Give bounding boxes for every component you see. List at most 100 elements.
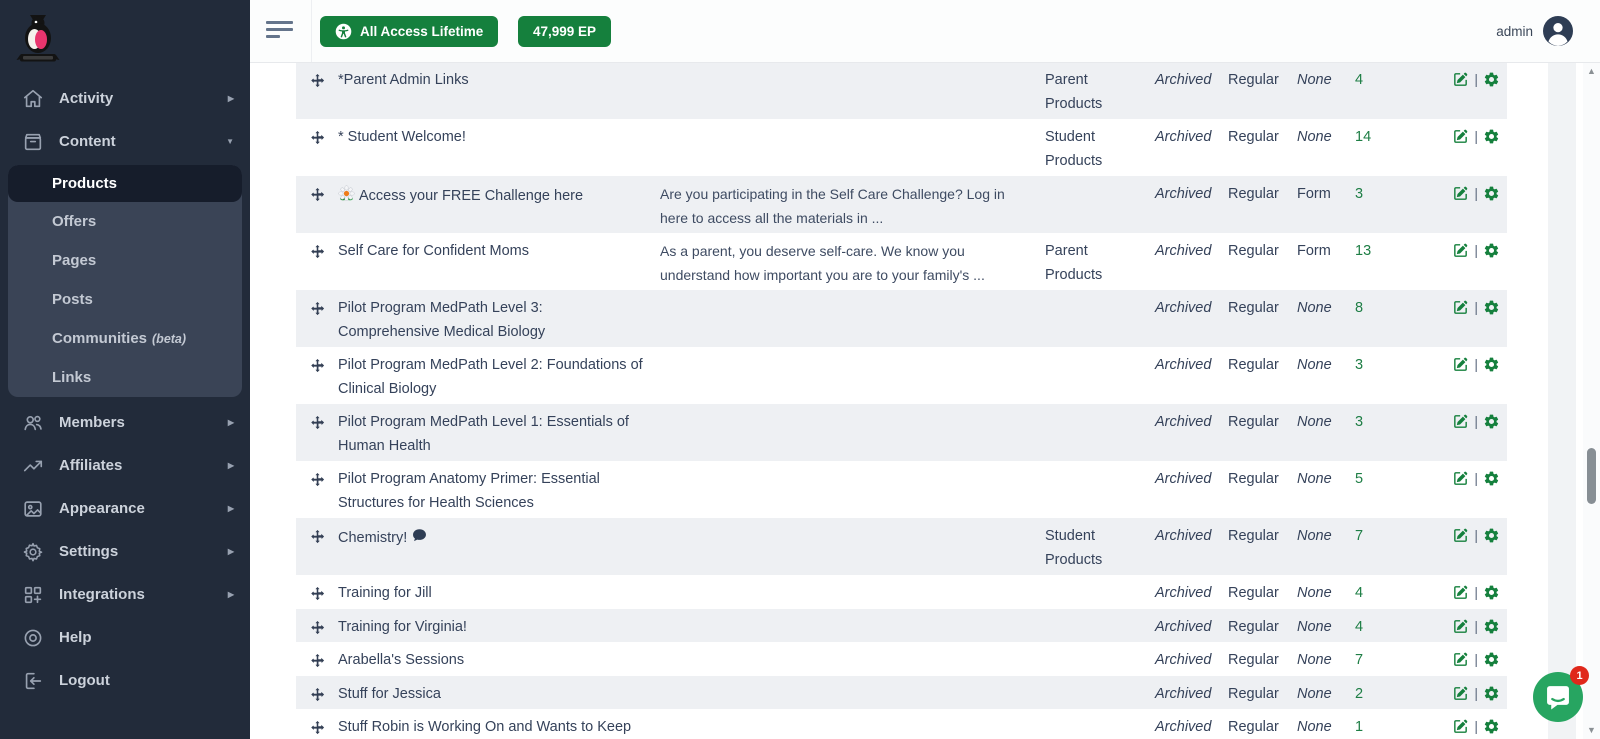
scroll-up-icon[interactable]: ▲: [1583, 66, 1600, 76]
drag-handle[interactable]: [296, 679, 338, 702]
brand-logo[interactable]: [14, 10, 62, 66]
drag-handle[interactable]: [296, 65, 338, 88]
drag-handle[interactable]: [296, 236, 338, 259]
product-name-link[interactable]: Pilot Program Anatomy Primer: Essential …: [338, 464, 660, 515]
sidebar-item-posts[interactable]: Posts: [8, 280, 242, 319]
edit-icon[interactable]: [1452, 71, 1469, 88]
gear-icon[interactable]: [1483, 71, 1500, 88]
sidebar-item-offers[interactable]: Offers: [8, 202, 242, 241]
drag-handle[interactable]: [296, 350, 338, 373]
gear-icon[interactable]: [1483, 185, 1500, 202]
edit-icon[interactable]: [1452, 651, 1469, 668]
sidebar-item-settings[interactable]: Settings ▶: [0, 530, 250, 573]
product-name-link[interactable]: Stuff Robin is Working On and Wants to K…: [338, 712, 660, 739]
product-name-link[interactable]: Stuff for Jessica: [338, 679, 660, 707]
product-name-link[interactable]: Self Care for Confident Moms: [338, 236, 660, 264]
product-count[interactable]: 5: [1355, 464, 1436, 492]
product-count[interactable]: 1: [1355, 712, 1436, 739]
product-count[interactable]: 7: [1355, 645, 1436, 673]
scrollbar-thumb[interactable]: [1587, 448, 1596, 504]
product-count[interactable]: 2: [1355, 679, 1436, 707]
edit-icon[interactable]: [1452, 299, 1469, 316]
gear-icon[interactable]: [1483, 299, 1500, 316]
content-scroll-gutter[interactable]: [1548, 63, 1576, 739]
drag-handle[interactable]: [296, 464, 338, 487]
product-name-link[interactable]: * Student Welcome!: [338, 122, 660, 150]
drag-handle[interactable]: [296, 612, 338, 635]
product-name-link[interactable]: Pilot Program MedPath Level 2: Foundatio…: [338, 350, 660, 401]
product-type: Regular: [1228, 712, 1297, 739]
edit-icon[interactable]: [1452, 356, 1469, 373]
sidebar-item-integrations[interactable]: Integrations ▶: [0, 573, 250, 616]
sidebar-item-activity[interactable]: Activity ▶: [0, 77, 250, 120]
points-button[interactable]: 47,999 EP: [518, 16, 611, 47]
gear-icon[interactable]: [1483, 685, 1500, 702]
product-count[interactable]: 7: [1355, 521, 1436, 549]
edit-icon[interactable]: [1452, 242, 1469, 259]
chat-notification-badge[interactable]: 1: [1570, 666, 1589, 685]
product-count[interactable]: 4: [1355, 612, 1436, 640]
gear-icon[interactable]: [1483, 527, 1500, 544]
drag-handle[interactable]: [296, 645, 338, 668]
avatar-icon[interactable]: [1543, 16, 1573, 46]
sidebar-item-links[interactable]: Links: [8, 358, 242, 397]
product-name-link[interactable]: Training for Jill: [338, 578, 660, 606]
edit-icon[interactable]: [1452, 584, 1469, 601]
user-menu[interactable]: admin: [1496, 16, 1573, 46]
product-count[interactable]: 3: [1355, 179, 1436, 207]
product-name-link[interactable]: Arabella's Sessions: [338, 645, 660, 673]
gear-icon[interactable]: [1483, 413, 1500, 430]
gear-icon[interactable]: [1483, 584, 1500, 601]
scroll-down-icon[interactable]: ▼: [1583, 725, 1600, 735]
gear-icon[interactable]: [1483, 651, 1500, 668]
edit-icon[interactable]: [1452, 128, 1469, 145]
edit-icon[interactable]: [1452, 718, 1469, 735]
sidebar-item-communities[interactable]: Communities (beta): [8, 319, 242, 358]
collapse-menu-icon[interactable]: [266, 21, 296, 41]
sidebar-item-pages[interactable]: Pages: [8, 241, 242, 280]
product-category: [1045, 179, 1155, 183]
drag-handle[interactable]: [296, 578, 338, 601]
drag-handle[interactable]: [296, 179, 338, 202]
product-count[interactable]: 14: [1355, 122, 1436, 150]
sidebar-item-content[interactable]: Content ▼: [0, 120, 250, 163]
drag-handle[interactable]: [296, 293, 338, 316]
sidebar-item-help[interactable]: Help: [0, 616, 250, 659]
product-name-link[interactable]: Access your FREE Challenge here: [338, 179, 660, 209]
gear-icon[interactable]: [1483, 470, 1500, 487]
sidebar-item-products[interactable]: Products: [8, 165, 242, 202]
edit-icon[interactable]: [1452, 413, 1469, 430]
gear-icon[interactable]: [1483, 128, 1500, 145]
sidebar-item-appearance[interactable]: Appearance ▶: [0, 487, 250, 530]
action-divider: |: [1474, 527, 1478, 544]
plan-button[interactable]: All Access Lifetime: [320, 16, 498, 47]
product-name-link[interactable]: *Parent Admin Links: [338, 65, 660, 93]
product-name-link[interactable]: Chemistry!: [338, 521, 660, 551]
product-name-link[interactable]: Training for Virginia!: [338, 612, 660, 640]
sidebar-item-members[interactable]: Members ▶: [0, 401, 250, 444]
product-count[interactable]: 13: [1355, 236, 1436, 264]
product-count[interactable]: 4: [1355, 578, 1436, 606]
edit-icon[interactable]: [1452, 470, 1469, 487]
edit-icon[interactable]: [1452, 685, 1469, 702]
sidebar-item-logout[interactable]: Logout: [0, 659, 250, 702]
edit-icon[interactable]: [1452, 527, 1469, 544]
sidebar-item-affiliates[interactable]: Affiliates ▶: [0, 444, 250, 487]
product-count[interactable]: 3: [1355, 407, 1436, 435]
product-count[interactable]: 4: [1355, 65, 1436, 93]
edit-icon[interactable]: [1452, 185, 1469, 202]
drag-handle[interactable]: [296, 521, 338, 544]
gear-icon[interactable]: [1483, 618, 1500, 635]
drag-handle[interactable]: [296, 122, 338, 145]
product-name-link[interactable]: Pilot Program MedPath Level 1: Essential…: [338, 407, 660, 458]
gear-icon[interactable]: [1483, 356, 1500, 373]
drag-handle[interactable]: [296, 407, 338, 430]
gear-icon[interactable]: [1483, 718, 1500, 735]
window-scrollbar[interactable]: ▲ ▼: [1583, 62, 1600, 739]
product-name-link[interactable]: Pilot Program MedPath Level 3: Comprehen…: [338, 293, 660, 344]
product-count[interactable]: 8: [1355, 293, 1436, 321]
product-count[interactable]: 3: [1355, 350, 1436, 378]
edit-icon[interactable]: [1452, 618, 1469, 635]
gear-icon[interactable]: [1483, 242, 1500, 259]
drag-handle[interactable]: [296, 712, 338, 735]
